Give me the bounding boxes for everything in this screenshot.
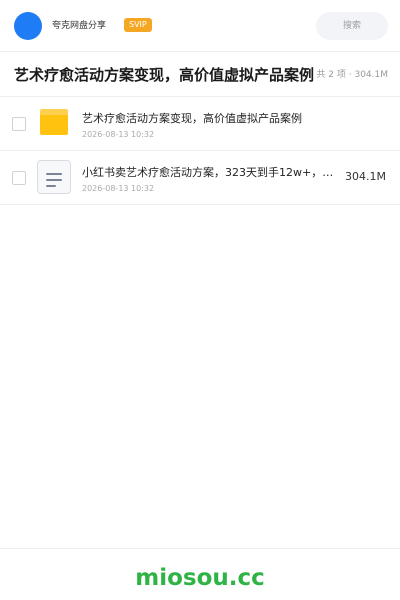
file-row-document[interactable]: 小红书卖艺术疗愈活动方案，323天到手12w+，有… 2026-08-13 10… (0, 151, 400, 205)
file-date: 2026-08-13 10:32 (82, 130, 155, 139)
item-count: 共 2 项 · 304.1M (316, 70, 388, 80)
footer: miosou.cc (0, 548, 400, 600)
document-icon (37, 160, 71, 194)
svip-badge: SVIP (124, 18, 152, 32)
file-size: 304.1M (345, 170, 386, 183)
file-row-folder[interactable]: 艺术疗愈活动方案变现，高价值虚拟产品案例 2026-08-13 10:32 (0, 97, 400, 151)
page-title: 艺术疗愈活动方案变现，高价值虚拟产品案例 (14, 66, 315, 84)
site-watermark[interactable]: miosou.cc (0, 564, 400, 592)
top-bar: 夸克网盘分享 SVIP (0, 0, 400, 52)
select-checkbox[interactable] (12, 117, 26, 131)
file-date: 2026-08-13 10:32 (82, 184, 155, 193)
search-input[interactable] (316, 12, 388, 40)
file-name[interactable]: 艺术疗愈活动方案变现，高价值虚拟产品案例 (82, 111, 322, 127)
select-checkbox[interactable] (12, 171, 26, 185)
avatar[interactable] (14, 12, 42, 40)
brand-name: 夸克网盘分享 (52, 21, 107, 31)
folder-header: 艺术疗愈活动方案变现，高价值虚拟产品案例 共 2 项 · 304.1M (0, 52, 400, 97)
folder-icon (40, 109, 68, 135)
file-name[interactable]: 小红书卖艺术疗愈活动方案，323天到手12w+，有… (82, 165, 340, 181)
